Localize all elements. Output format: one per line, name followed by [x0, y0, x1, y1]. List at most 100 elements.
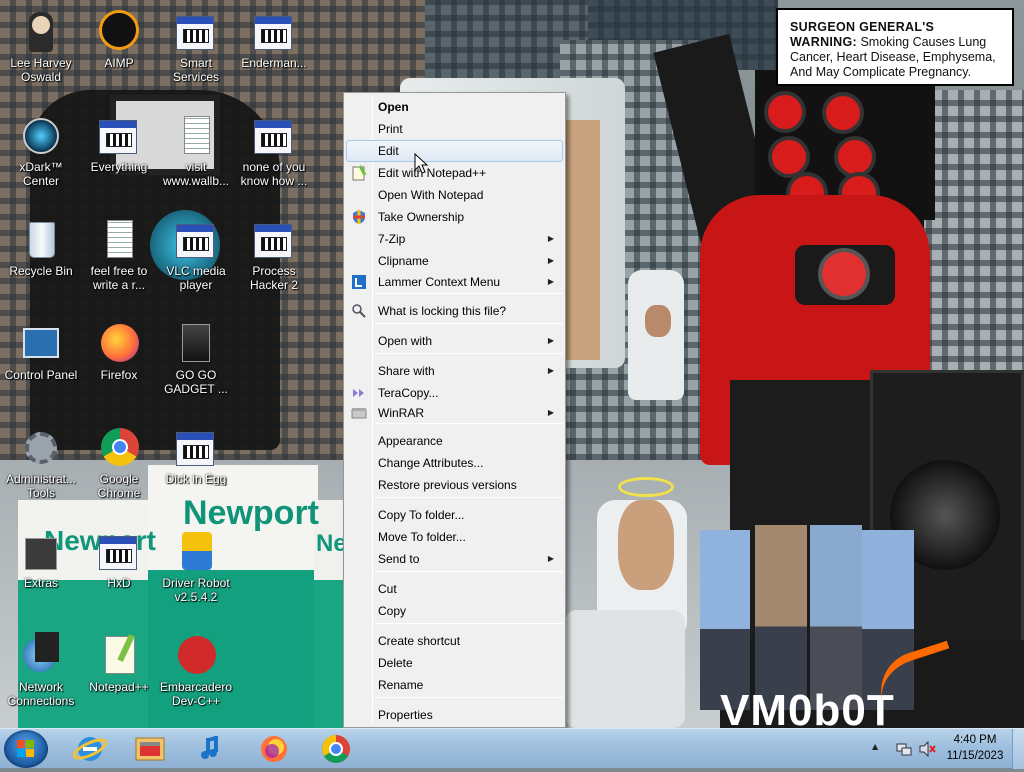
taskbar-explorer-button[interactable]: [124, 732, 176, 766]
show-desktop-button[interactable]: [1012, 729, 1024, 769]
menu-item-label: 7-Zip: [378, 232, 406, 246]
desktop-icon-network[interactable]: Network Connections: [0, 628, 82, 724]
desktop-icon-label: Connections: [7, 694, 75, 708]
menu-item-label: What is locking this file?: [378, 304, 507, 318]
menu-item-7-zip[interactable]: 7-Zip ▶: [346, 228, 563, 250]
desktop-icon-google[interactable]: Google Chrome: [78, 420, 160, 516]
desktop-icon-label: Dev-C++: [171, 694, 221, 708]
desktop-icon-notepad[interactable]: Notepad++: [78, 628, 160, 724]
menu-item-restore-previous-versions[interactable]: Restore previous versions: [346, 474, 563, 496]
desktop-icon-label: Embarcadero: [159, 680, 233, 694]
menu-item-label: Lammer Context Menu: [378, 275, 501, 289]
desktop-icon-label: Control Panel: [4, 368, 78, 382]
network-tray-icon[interactable]: [896, 741, 912, 757]
menu-item-label: Delete: [378, 656, 413, 670]
menu-item-create-shortcut[interactable]: Create shortcut: [346, 630, 563, 652]
desktop-icon-smart[interactable]: Smart Services: [155, 4, 237, 100]
taskbar-firefox-button[interactable]: [248, 732, 300, 766]
desktop-icon-enderman[interactable]: Enderman...: [233, 4, 315, 100]
desktop-icon-lee-harvey[interactable]: Lee Harvey Oswald: [0, 4, 82, 100]
menu-item-take-ownership[interactable]: Take Ownership: [346, 206, 563, 228]
clock-date: 11/15/2023: [946, 750, 1004, 762]
menu-separator: [375, 497, 563, 498]
desktop-icon-label: feel free to: [90, 264, 148, 278]
desktop-icon-none-of-you[interactable]: none of you know how ...: [233, 108, 315, 204]
menu-item-send-to[interactable]: Send to ▶: [346, 548, 563, 570]
menu-item-cut[interactable]: Cut: [346, 578, 563, 600]
menu-item-label: Take Ownership: [378, 210, 465, 224]
desktop-icon-hxd[interactable]: HxD: [78, 524, 160, 620]
desktop-icon-label: Chrome: [97, 486, 141, 500]
taskbar-chrome-button[interactable]: [310, 732, 362, 766]
submenu-arrow-icon: ▶: [547, 234, 554, 243]
desktop-icon-go-go[interactable]: GO GO GADGET ...: [155, 316, 237, 412]
desktop-icon-label: Hacker 2: [249, 278, 299, 292]
menu-item-open-with-notepad[interactable]: Open With Notepad: [346, 184, 563, 206]
menu-item-label: Edit: [378, 144, 399, 158]
music-icon: [186, 736, 238, 770]
menu-separator: [375, 623, 563, 624]
menu-item-copy[interactable]: Copy: [346, 600, 563, 622]
desktop-icon-label: Firefox: [100, 368, 138, 382]
menu-item-label: WinRAR: [378, 406, 425, 420]
desktop-icon-everything[interactable]: Everything: [78, 108, 160, 204]
desktop-icon-control-panel[interactable]: Control Panel: [0, 316, 82, 412]
desktop-icon-aimp[interactable]: AIMP: [78, 4, 160, 100]
desktop-icon-label: VLC media: [166, 264, 226, 278]
menu-item-delete[interactable]: Delete: [346, 652, 563, 674]
menu-item-open-with[interactable]: Open with ▶: [346, 330, 563, 352]
menu-item-rename[interactable]: Rename: [346, 674, 563, 696]
desktop-icon-driver-robot[interactable]: Driver Robot v2.5.4.2: [155, 524, 237, 620]
menu-item-winrar[interactable]: WinRAR ▶: [346, 402, 563, 424]
desktop-icon-label: AIMP: [104, 56, 134, 70]
desktop-icon-firefox[interactable]: Firefox: [78, 316, 160, 412]
taskbar-ie-button[interactable]: [64, 732, 116, 766]
mouse-cursor-icon: [414, 152, 429, 178]
desktop-icon-label: GADGET ...: [164, 382, 228, 396]
menu-item-what-is-locking-this-file[interactable]: What is locking this file?: [346, 300, 563, 322]
menu-item-copy-to-folder[interactable]: Copy To folder...: [346, 504, 563, 526]
menu-item-lammer-context-menu[interactable]: Lammer Context Menu ▶: [346, 271, 563, 293]
recycle-bin-icon: [19, 218, 63, 262]
menu-item-edit-with-notepad[interactable]: Edit with Notepad++: [346, 162, 563, 184]
desktop-icon-label: Oswald: [20, 70, 61, 84]
desktop-icon-label: Lee Harvey: [10, 56, 72, 70]
desktop-icon-extras[interactable]: Extras: [0, 524, 82, 620]
submenu-arrow-icon: ▶: [547, 366, 554, 375]
menu-item-properties[interactable]: Properties: [346, 704, 563, 726]
desktop-icon-vlc-media[interactable]: VLC media player: [155, 212, 237, 308]
menu-separator: [375, 293, 563, 294]
desktop-icon-visit[interactable]: visit www.wallb...: [155, 108, 237, 204]
menu-item-clipname[interactable]: Clipname ▶: [346, 250, 563, 272]
menu-item-print[interactable]: Print: [346, 118, 563, 140]
clock[interactable]: 4:40 PM 11/15/2023: [940, 732, 1010, 764]
menu-item-appearance[interactable]: Appearance: [346, 430, 563, 452]
menu-item-teracopy[interactable]: TeraCopy...: [346, 382, 563, 404]
desktop-icon-administrat[interactable]: Administrat... Tools: [0, 420, 82, 516]
desktop-icon-recycle-bin[interactable]: Recycle Bin: [0, 212, 82, 308]
menu-item-change-attributes[interactable]: Change Attributes...: [346, 452, 563, 474]
extras-icon: [19, 530, 63, 574]
menu-item-edit[interactable]: Edit: [346, 140, 563, 162]
desktop-icon-label: Driver Robot: [162, 576, 230, 590]
menu-item-label: Change Attributes...: [378, 456, 484, 470]
desktop-icon-process[interactable]: Process Hacker 2: [233, 212, 315, 308]
notepadpp-icon: [351, 165, 367, 181]
menu-item-label: Open with: [378, 334, 433, 348]
show-hidden-icons-button[interactable]: ▲: [872, 742, 878, 751]
desktop-icon-feel-free-to[interactable]: feel free to write a r...: [78, 212, 160, 308]
menu-item-move-to-folder[interactable]: Move To folder...: [346, 526, 563, 548]
taskbar-music-button[interactable]: [186, 732, 238, 766]
submenu-arrow-icon: ▶: [547, 554, 554, 563]
desktop-icon-xdark[interactable]: xDark™ Center: [0, 108, 82, 204]
menu-item-label: Restore previous versions: [378, 478, 517, 492]
menu-item-open[interactable]: Open: [346, 96, 563, 118]
volume-muted-icon[interactable]: [918, 741, 936, 757]
desktop-icon-embarcadero[interactable]: Embarcadero Dev-C++: [155, 628, 237, 724]
desktop-icon-dick-in-egg[interactable]: Dick in Egg: [155, 420, 237, 516]
menu-separator: [375, 323, 563, 324]
menu-item-share-with[interactable]: Share with ▶: [346, 360, 563, 382]
desktop-icon-label: Network: [18, 680, 63, 694]
menu-separator: [375, 571, 563, 572]
start-button[interactable]: [4, 730, 48, 768]
